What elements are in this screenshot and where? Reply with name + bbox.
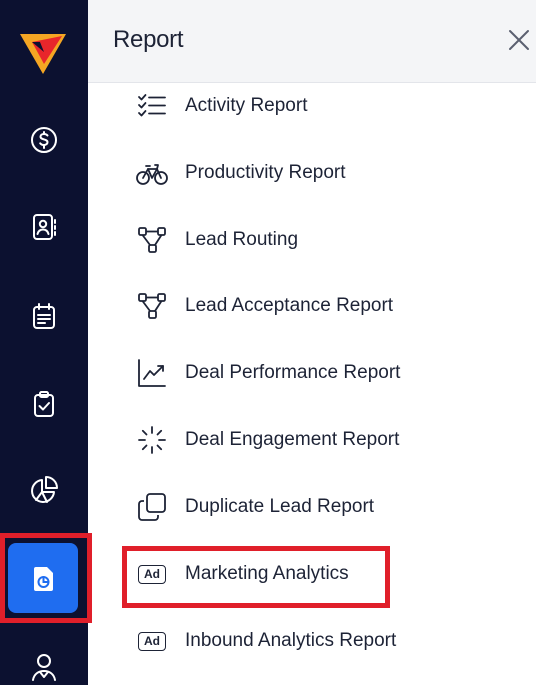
menu-item-inbound-analytics-report[interactable]: Ad Inbound Analytics Report [88,616,536,666]
ad-badge-icon: Ad [136,625,168,657]
pie-chart-icon[interactable] [24,470,64,510]
trend-chart-icon [136,357,168,389]
ad-badge-icon: Ad [136,558,168,590]
menu-item-productivity-report[interactable]: Productivity Report [88,148,536,198]
menu-item-lead-acceptance-report[interactable]: Lead Acceptance Report [88,281,536,331]
menu-item-label: Deal Engagement Report [185,429,400,450]
ad-badge-text: Ad [138,631,166,651]
calendar-icon[interactable] [24,296,64,336]
duplicate-icon [136,491,168,523]
menu-item-label: Lead Routing [185,229,299,250]
menu-item-label: Lead Acceptance Report [185,295,394,316]
contact-card-icon[interactable] [24,207,64,247]
clipboard-check-icon[interactable] [24,384,64,424]
menu-item-duplicate-lead-report[interactable]: Duplicate Lead Report [88,482,536,532]
loader-icon [136,424,168,456]
routing-nodes-icon [136,290,168,322]
ad-badge-text: Ad [138,564,166,584]
menu-item-label: Deal Performance Report [185,362,401,383]
menu-item-lead-routing[interactable]: Lead Routing [88,215,536,265]
panel-title: Report [113,26,184,53]
menu-item-label: Activity Report [185,95,308,116]
checklist-icon [136,90,168,122]
sidebar [0,0,88,685]
menu-item-marketing-analytics[interactable]: Ad Marketing Analytics [88,549,536,599]
menu-item-deal-engagement-report[interactable]: Deal Engagement Report [88,415,536,465]
report-document-icon[interactable] [24,558,64,598]
menu-item-label: Duplicate Lead Report [185,496,375,517]
menu-item-label: Inbound Analytics Report [185,630,397,651]
menu-item-label: Marketing Analytics [185,563,349,584]
menu-item-activity-report[interactable]: Activity Report [88,81,536,131]
close-button[interactable] [507,28,531,52]
menu-item-deal-performance-report[interactable]: Deal Performance Report [88,348,536,398]
dollar-circle-icon[interactable] [24,120,64,160]
close-icon [509,30,529,50]
routing-nodes-icon [136,224,168,256]
bicycle-icon [136,157,168,189]
panel-header: Report [88,0,536,83]
brand-logo[interactable] [18,30,68,76]
user-profile-icon[interactable] [24,646,64,686]
menu-item-label: Productivity Report [185,162,346,183]
